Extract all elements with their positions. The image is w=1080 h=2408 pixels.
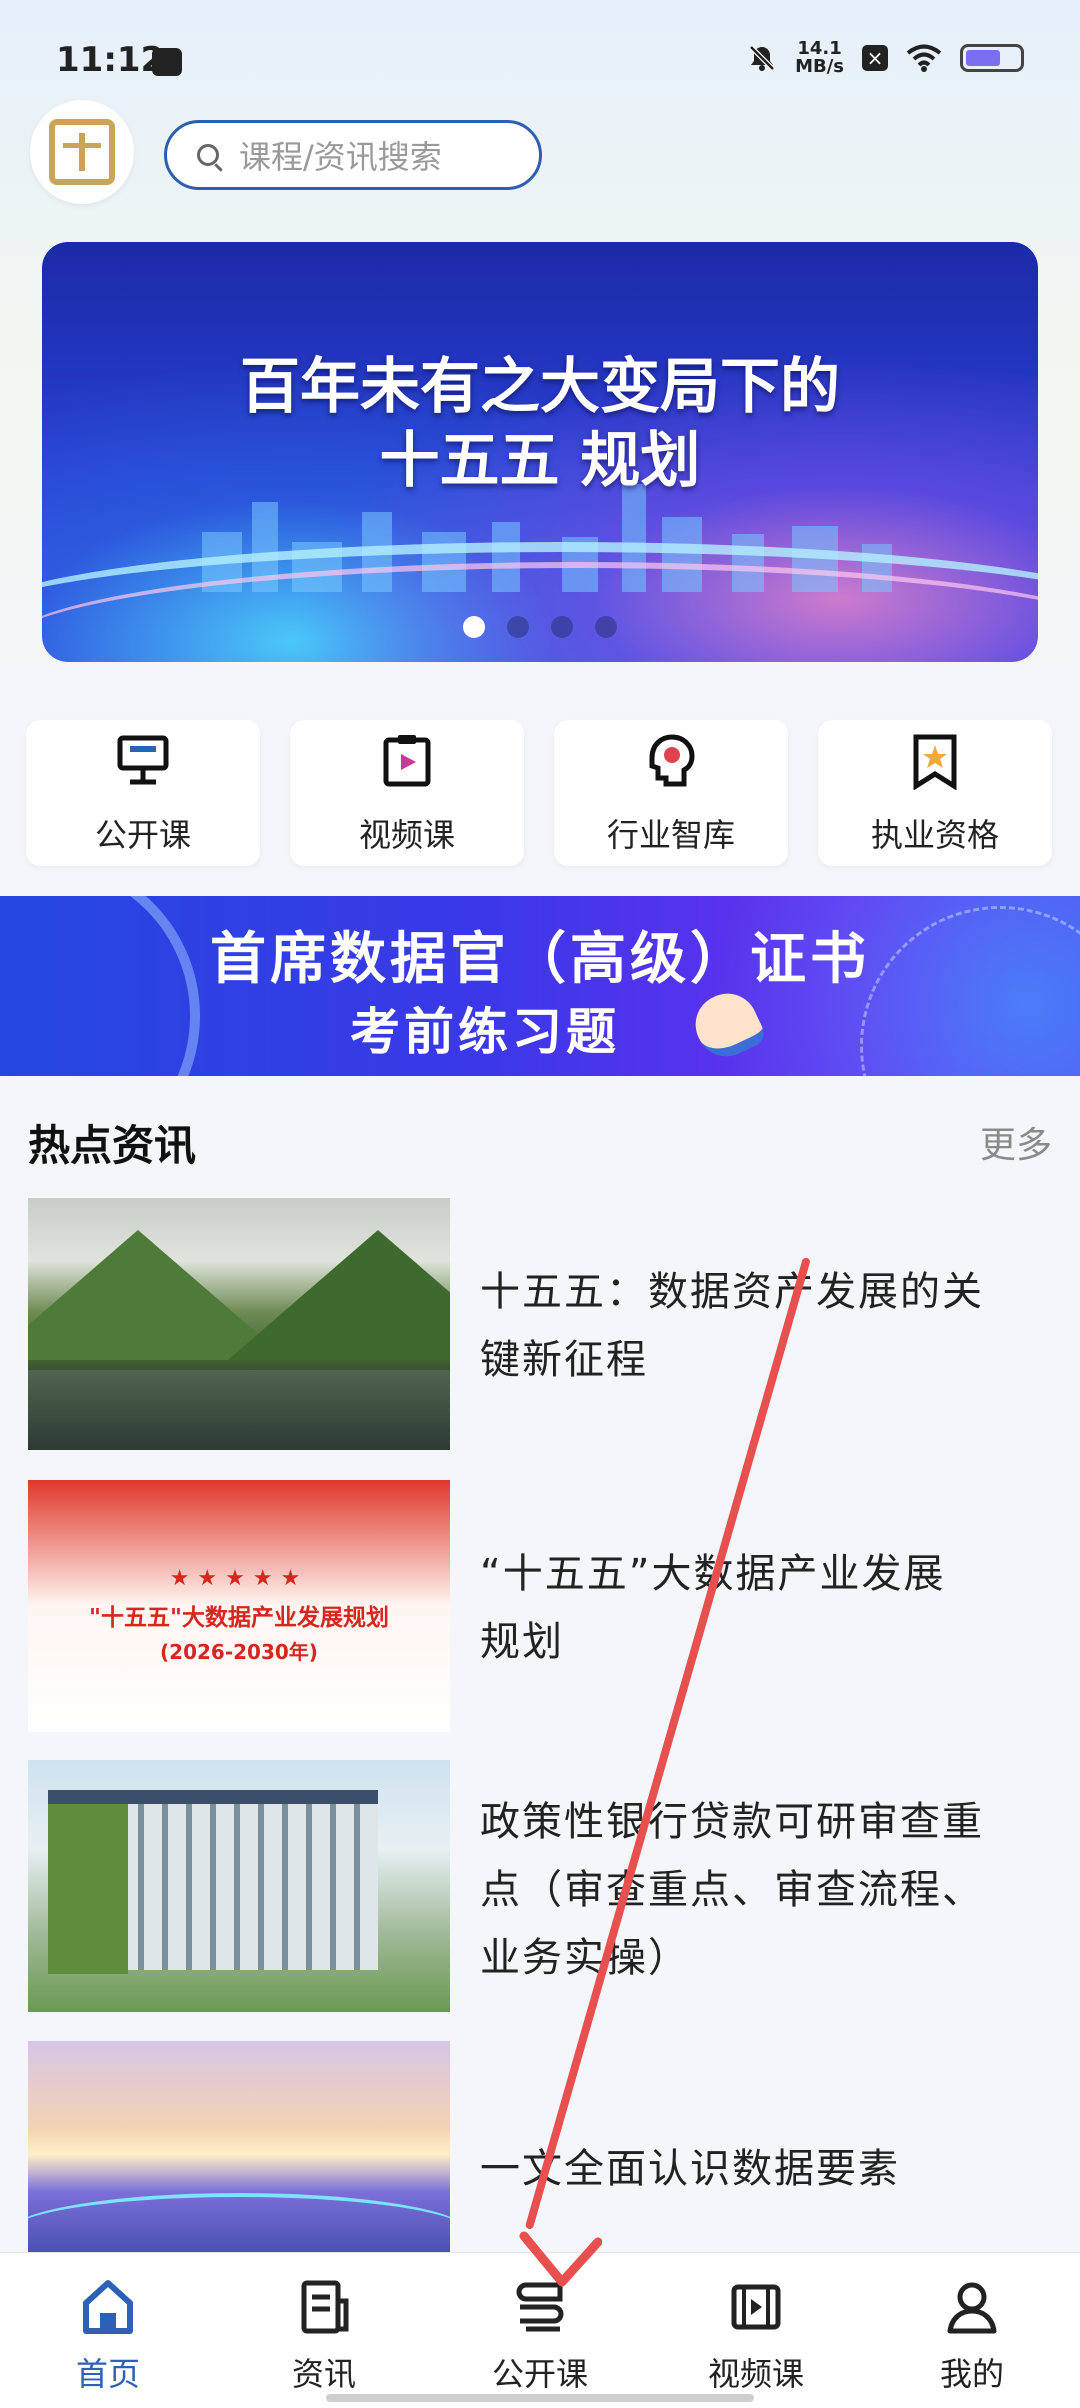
carousel-dot[interactable]: [507, 616, 529, 638]
news-thumbnail-plan-cover: ★★★★★ "十五五"大数据产业发展规划 (2026-2030年): [28, 1480, 450, 1732]
category-open-course[interactable]: 公开课: [26, 720, 260, 866]
nav-profile[interactable]: 我的: [864, 2253, 1080, 2408]
pointing-hand-icon: [685, 983, 769, 1067]
news-item[interactable]: 政策性银行贷款可研审查重 点（审查重点、审查流程、 业务实操）: [28, 1760, 1052, 2012]
section-title: 热点资讯: [28, 1121, 197, 1170]
category-video-course[interactable]: 视频课: [290, 720, 524, 866]
carousel-dot[interactable]: [463, 616, 485, 638]
search-input[interactable]: 课程/资讯搜索: [164, 120, 542, 190]
news-title-line: 一文全面认识数据要素: [480, 2146, 900, 2192]
star-bookmark-icon: [913, 734, 957, 790]
news-thumbnail-green-building: [28, 1760, 450, 2012]
nav-label: 资讯: [291, 2355, 356, 2393]
nav-news[interactable]: 资讯: [216, 2253, 432, 2408]
network-speed: 14.1 MB/s: [795, 40, 844, 76]
carousel-indicator: [42, 616, 1038, 638]
news-title: 一文全面认识数据要素: [480, 2135, 1052, 2203]
thumbnail-text: "十五五"大数据产业发展规划: [89, 1605, 389, 1631]
carousel-dot[interactable]: [595, 616, 617, 638]
news-icon: [301, 2280, 349, 2334]
news-title: “十五五”大数据产业发展 规划: [480, 1540, 1052, 1676]
promo-title: 首席数据官（高级）证书: [210, 927, 870, 992]
banner-carousel[interactable]: 百年未有之大变局下的 十五五 规划: [42, 242, 1038, 662]
nav-label: 首页: [75, 2355, 140, 2393]
wifi-icon: [906, 44, 942, 72]
category-industry-think-tank[interactable]: 行业智库: [554, 720, 788, 866]
app-notification-icon: ×: [862, 45, 888, 71]
nav-label: 我的: [939, 2355, 1004, 2393]
news-item[interactable]: ★★★★★ "十五五"大数据产业发展规划 (2026-2030年) “十五五”大…: [28, 1480, 1052, 1732]
category-professional-qualification[interactable]: 执业资格: [818, 720, 1052, 866]
promo-subtitle: 考前练习题: [350, 1003, 620, 1061]
banner-title-line1: 百年未有之大变局下的: [240, 352, 840, 422]
news-title-line: 业务实操）: [480, 1935, 690, 1981]
monitor-icon: [117, 735, 169, 785]
home-icon: [83, 2280, 133, 2334]
news-thumbnail-mountain-lake: [28, 1198, 450, 1450]
news-title-line: 点（审查重点、审查流程、: [480, 1867, 984, 1913]
news-item[interactable]: 十五五：数据资产发展的关 键新征程: [28, 1198, 1052, 1450]
news-title: 政策性银行贷款可研审查重 点（审查重点、审查流程、 业务实操）: [480, 1788, 1052, 1992]
banner-title: 百年未有之大变局下的 十五五 规划: [42, 350, 1038, 498]
category-label: 行业智库: [606, 816, 735, 854]
category-label: 视频课: [358, 816, 455, 854]
mute-bell-icon: [749, 45, 775, 71]
thumbnail-text: (2026-2030年): [160, 1640, 318, 1664]
news-title-line: 十五五：数据资产发展的关: [480, 1269, 984, 1315]
nav-home[interactable]: 首页: [0, 2253, 216, 2408]
more-link[interactable]: 更多: [980, 1116, 1052, 1168]
nav-video-course[interactable]: 视频课: [648, 2253, 864, 2408]
category-label: 执业资格: [870, 816, 999, 854]
status-bar: 11:12 14.1 MB/s ×: [0, 0, 1080, 120]
search-icon: [197, 144, 219, 166]
thumbnail-stars: ★★★★★: [169, 1566, 309, 1591]
promo-banner[interactable]: 首席数据官（高级）证书 考前练习题: [0, 896, 1080, 1076]
video-course-icon: [731, 2284, 781, 2330]
news-title-line: 规划: [480, 1619, 564, 1665]
network-speed-unit: MB/s: [795, 56, 844, 77]
profile-icon: [947, 2282, 997, 2334]
news-title-line: “十五五”大数据产业发展: [480, 1540, 1052, 1608]
news-title: 十五五：数据资产发展的关 键新征程: [480, 1258, 1052, 1394]
video-clipboard-icon: [383, 735, 431, 787]
battery-icon: [960, 44, 1024, 72]
home-indicator[interactable]: [326, 2394, 754, 2402]
nav-label: 公开课: [491, 2355, 588, 2393]
carousel-dot[interactable]: [551, 616, 573, 638]
status-icons: 14.1 MB/s ×: [747, 40, 1024, 76]
annotation-arrowhead-icon: [519, 2231, 602, 2287]
news-title-line: 政策性银行贷款可研审查重: [480, 1799, 984, 1845]
banner-title-line2: 十五五 规划: [379, 426, 701, 496]
brain-head-icon: [649, 734, 695, 787]
category-label: 公开课: [94, 816, 191, 854]
app-logo[interactable]: [30, 100, 134, 204]
nav-label: 视频课: [707, 2355, 804, 2393]
status-time: 11:12: [56, 40, 165, 80]
search-placeholder: 课程/资讯搜索: [239, 138, 442, 176]
message-notification-icon: [152, 48, 182, 76]
